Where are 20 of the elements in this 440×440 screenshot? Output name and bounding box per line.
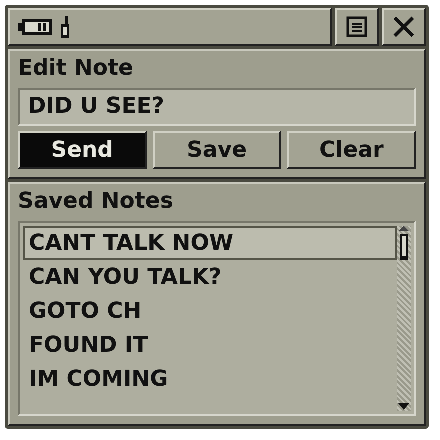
close-icon: [392, 15, 416, 39]
note-item[interactable]: GOTO CH: [23, 294, 397, 328]
section-heading: Saved Notes: [18, 188, 174, 216]
note-item[interactable]: CANT TALK NOW: [23, 226, 397, 260]
note-item[interactable]: IM COMING: [23, 362, 397, 396]
scroll-thumb-icon: [398, 226, 410, 262]
scroll-bar[interactable]: [397, 226, 411, 411]
action-button[interactable]: Send: [18, 131, 147, 169]
note-field[interactable]: DID U SEE?: [18, 88, 416, 126]
note-item[interactable]: FOUND IT: [23, 328, 397, 362]
section-heading: Edit Note: [18, 55, 134, 83]
menu-icon: [346, 16, 368, 38]
action-button[interactable]: Save: [152, 131, 282, 169]
menu-button[interactable]: [335, 8, 379, 46]
scroll-down-icon: [398, 403, 410, 411]
battery-icon: [18, 18, 54, 36]
action-button[interactable]: Clear: [287, 131, 416, 169]
close-button[interactable]: [382, 8, 426, 46]
note-item[interactable]: CAN YOU TALK?: [23, 260, 397, 294]
antenna-icon: [60, 16, 70, 38]
